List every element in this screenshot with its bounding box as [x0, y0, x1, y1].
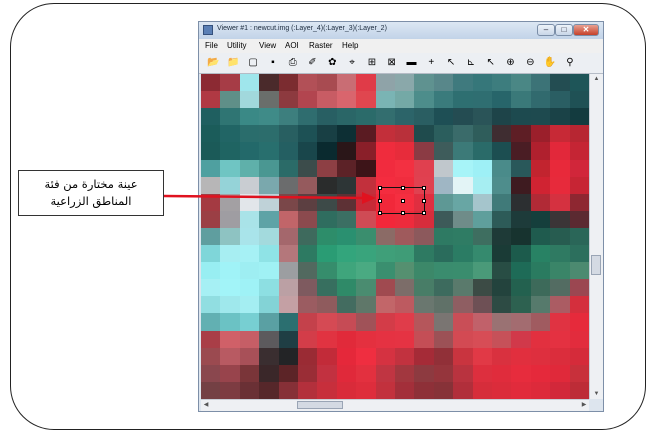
callout-arrow: [163, 192, 376, 204]
